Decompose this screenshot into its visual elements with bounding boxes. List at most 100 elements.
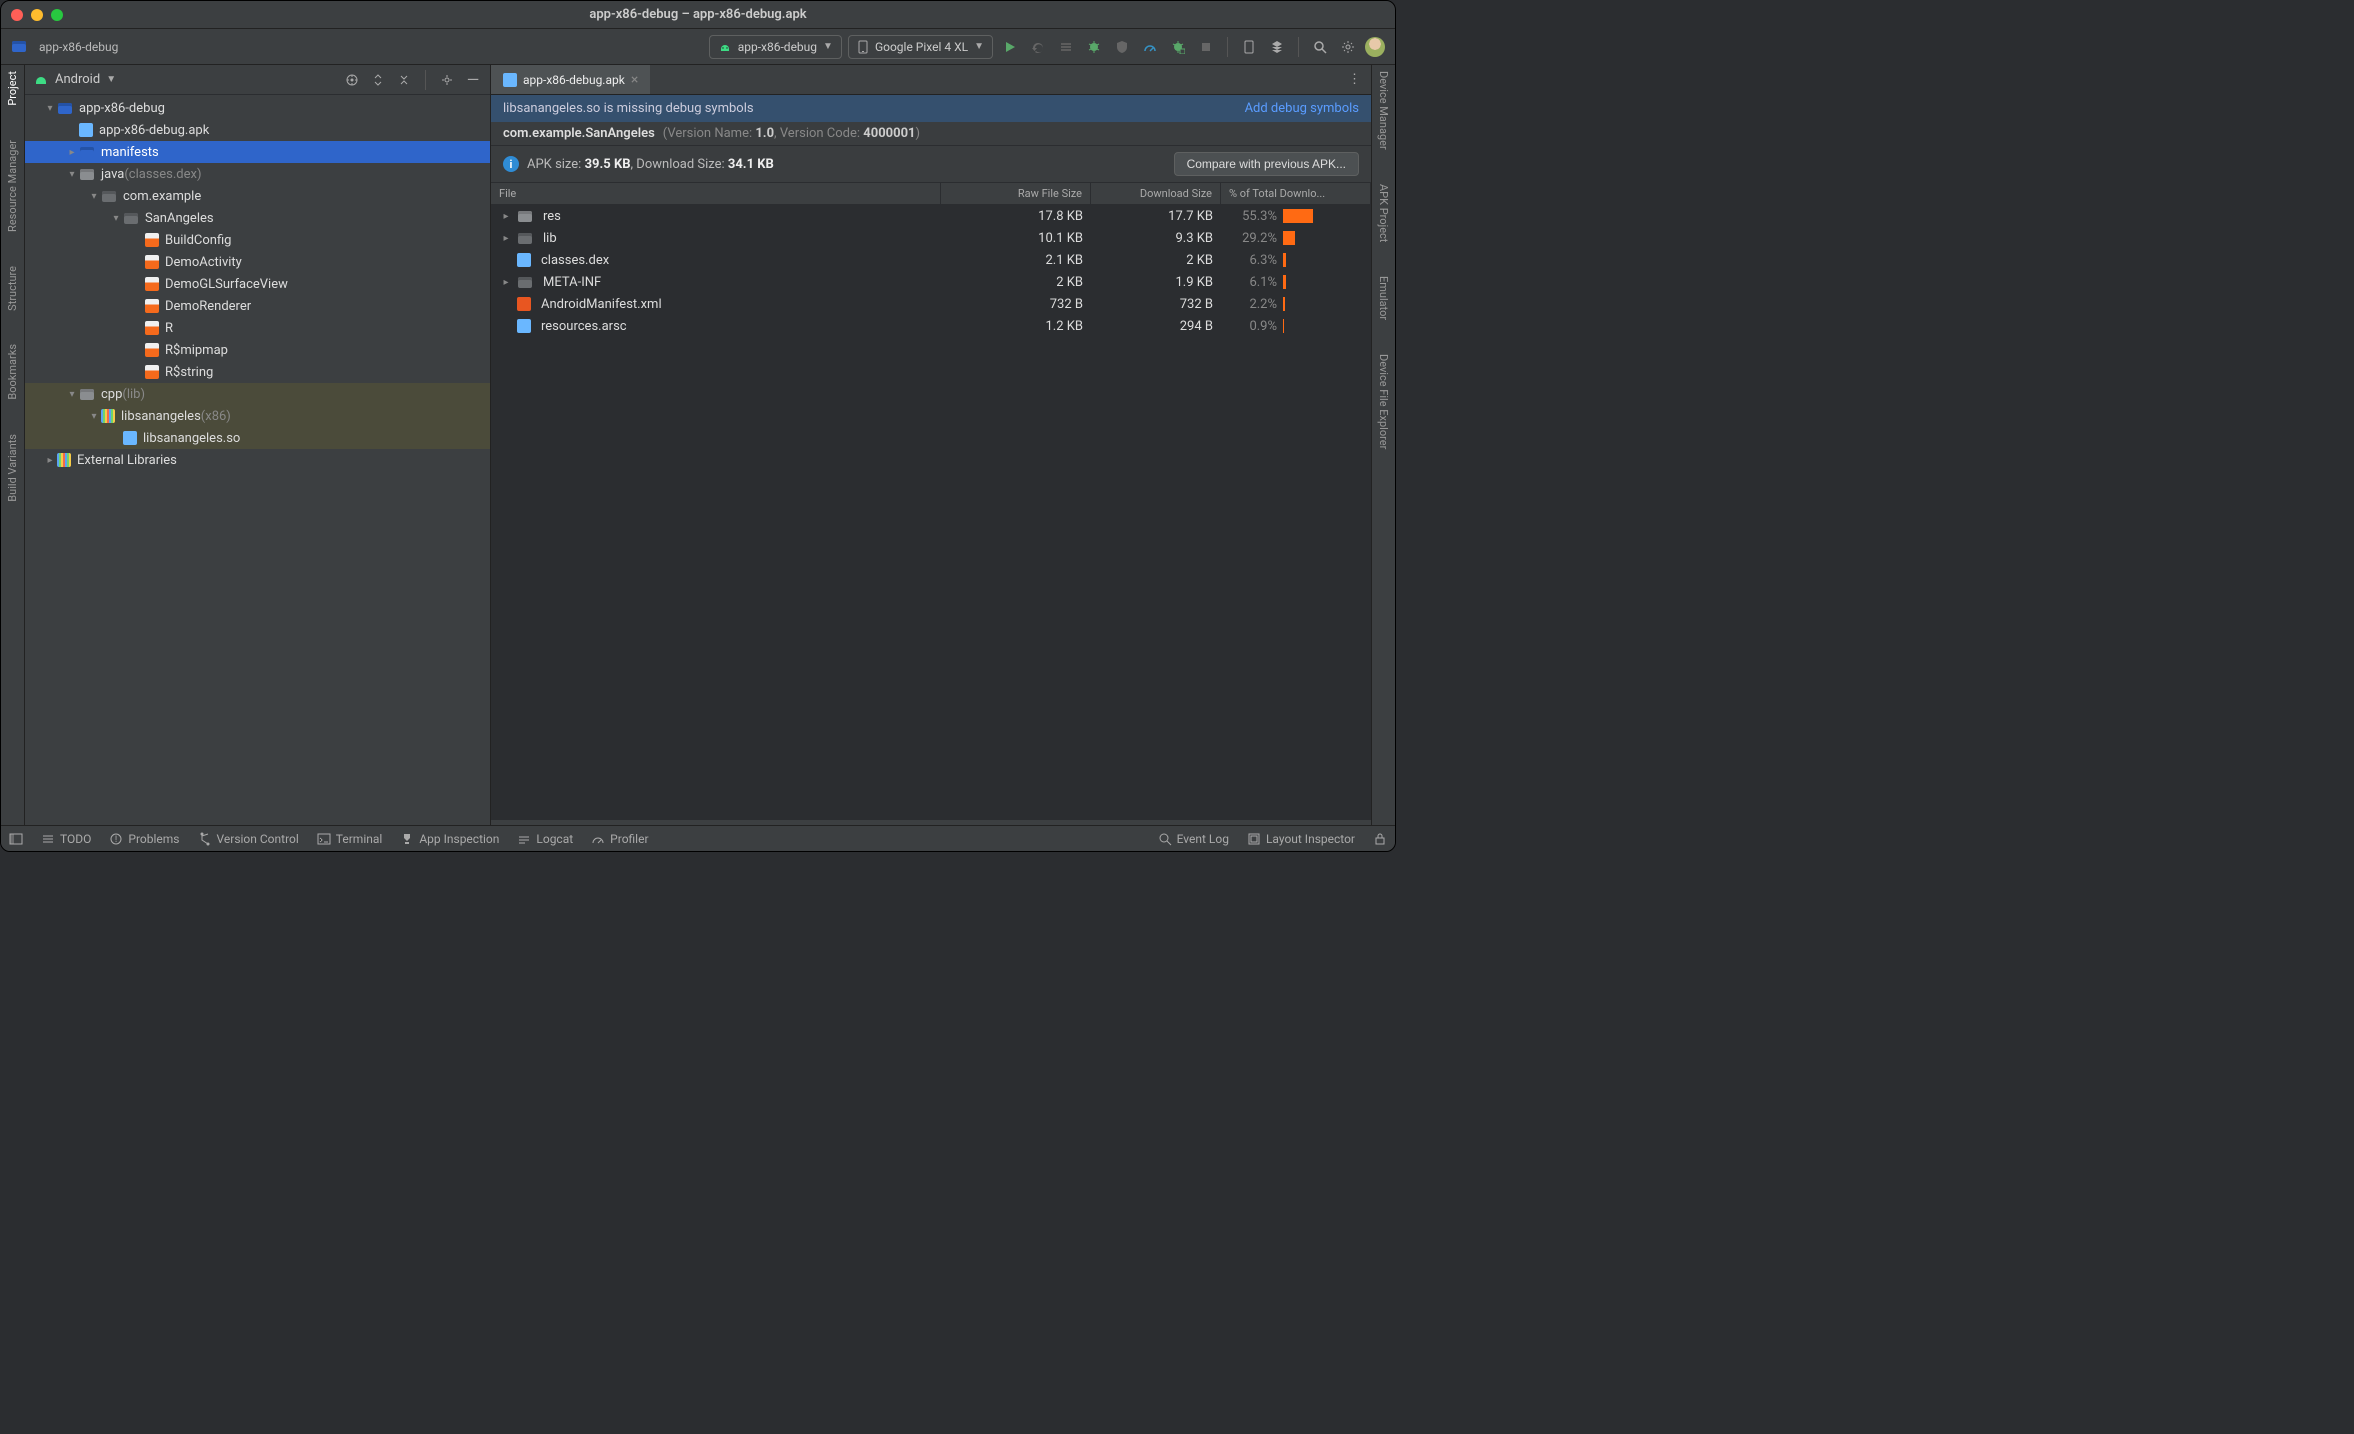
tree-label: manifests: [101, 145, 159, 160]
status-item-profiler[interactable]: Profiler: [591, 832, 648, 846]
project-view-selector[interactable]: Android ▼: [33, 72, 335, 88]
close-tab-button[interactable]: ×: [631, 72, 638, 88]
file-row[interactable]: resources.arsc1.2 KB294 B0.9%: [491, 315, 1371, 337]
tree-node[interactable]: com.example: [25, 185, 490, 207]
rail-item-project[interactable]: Project: [6, 71, 19, 106]
tree-node[interactable]: libsanangeles.so: [25, 427, 490, 449]
project-tree[interactable]: app-x86-debugapp-x86-debug.apk manifests j…: [25, 95, 490, 825]
breadcrumb[interactable]: app-x86-debug: [11, 39, 118, 55]
tree-arrow[interactable]: [43, 455, 57, 466]
tree-node[interactable]: R: [25, 317, 490, 339]
device-selector[interactable]: Google Pixel 4 XL ▼: [848, 35, 993, 59]
editor-area: app-x86-debug.apk × ⋮ libsanangeles.so i…: [491, 65, 1371, 825]
rail-item-structure[interactable]: Structure: [6, 266, 19, 311]
hide-tool-button[interactable]: —: [464, 71, 482, 89]
tree-arrow[interactable]: [65, 169, 79, 180]
tree-node[interactable]: libsanangeles (x86): [25, 405, 490, 427]
tree-arrow[interactable]: ▸: [499, 277, 513, 288]
collapse-all-button[interactable]: [395, 71, 413, 89]
tree-node[interactable]: manifests: [25, 141, 490, 163]
run-button[interactable]: [999, 36, 1021, 58]
tree-node[interactable]: DemoRenderer: [25, 295, 490, 317]
file-row[interactable]: ▸META-INF2 KB1.9 KB6.1%: [491, 271, 1371, 293]
status-item-problems[interactable]: !Problems: [109, 832, 179, 846]
tree-arrow[interactable]: ▸: [499, 233, 513, 244]
editor-tab[interactable]: app-x86-debug.apk ×: [491, 65, 650, 94]
file-row[interactable]: classes.dex2.1 KB2 KB6.3%: [491, 249, 1371, 271]
status-label: Logcat: [536, 832, 573, 846]
class-icon: [145, 365, 159, 379]
tree-label: libsanangeles: [121, 409, 201, 424]
stop-button[interactable]: [1195, 36, 1217, 58]
status-item-layout-inspector[interactable]: Layout Inspector: [1247, 832, 1355, 846]
rail-item-bookmarks[interactable]: Bookmarks: [6, 344, 19, 400]
file-row[interactable]: AndroidManifest.xml732 B732 B2.2%: [491, 293, 1371, 315]
tree-node[interactable]: BuildConfig: [25, 229, 490, 251]
percent-bar: [1283, 231, 1295, 245]
tree-arrow[interactable]: [65, 389, 79, 400]
tree-node[interactable]: DemoActivity: [25, 251, 490, 273]
status-item-app-inspection[interactable]: App Inspection: [400, 832, 499, 846]
tree-node[interactable]: cpp (lib): [25, 383, 490, 405]
tree-arrow[interactable]: [87, 411, 101, 422]
device-label: Google Pixel 4 XL: [875, 40, 968, 54]
expand-all-button[interactable]: [369, 71, 387, 89]
device-manager-button[interactable]: [1238, 36, 1260, 58]
download-size: 1.9 KB: [1091, 275, 1221, 290]
rail-item-apk-project[interactable]: APK Project: [1377, 184, 1390, 242]
status-item-event-log[interactable]: Event Log: [1158, 832, 1229, 846]
rail-item-device-manager[interactable]: Device Manager: [1377, 71, 1390, 150]
rail-item-build-variants[interactable]: Build Variants: [6, 434, 19, 502]
tree-arrow[interactable]: [65, 147, 79, 158]
profiler-button[interactable]: [1139, 36, 1161, 58]
column-download-size[interactable]: Download Size: [1091, 183, 1221, 204]
tool-windows-button[interactable]: [9, 832, 23, 846]
tab-options-button[interactable]: ⋮: [1338, 65, 1371, 94]
compare-apk-button[interactable]: Compare with previous APK...: [1174, 152, 1359, 176]
project-view-label: Android: [55, 72, 100, 87]
run-config-selector[interactable]: app-x86-debug ▼: [709, 35, 842, 59]
file-row[interactable]: ▸lib10.1 KB9.3 KB29.2%: [491, 227, 1371, 249]
tree-node[interactable]: app-x86-debug: [25, 97, 490, 119]
status-item-terminal[interactable]: Terminal: [317, 832, 383, 846]
file-row[interactable]: ▸res17.8 KB17.7 KB55.3%: [491, 205, 1371, 227]
svg-text:!: !: [115, 835, 117, 845]
column-file[interactable]: File: [491, 183, 941, 204]
attach-debugger-button[interactable]: [1167, 36, 1189, 58]
tree-node[interactable]: app-x86-debug.apk: [25, 119, 490, 141]
chevron-down-icon: ▼: [106, 74, 116, 85]
status-item-logcat[interactable]: Logcat: [517, 832, 573, 846]
status-item-todo[interactable]: TODO: [41, 832, 91, 846]
apply-code-changes-button[interactable]: [1055, 36, 1077, 58]
tree-node[interactable]: SanAngeles: [25, 207, 490, 229]
ide-lock-button[interactable]: [1373, 832, 1387, 846]
column-raw-size[interactable]: Raw File Size: [941, 183, 1091, 204]
column-percent[interactable]: % of Total Downlo...: [1221, 183, 1371, 204]
tree-node[interactable]: External Libraries: [25, 449, 490, 471]
add-debug-symbols-link[interactable]: Add debug symbols: [1245, 101, 1359, 116]
settings-button[interactable]: [1337, 36, 1359, 58]
tree-label: cpp: [101, 387, 122, 402]
tree-arrow[interactable]: [43, 103, 57, 114]
select-opened-file-button[interactable]: [343, 71, 361, 89]
tree-node[interactable]: R$mipmap: [25, 339, 490, 361]
status-item-version-control[interactable]: Version Control: [198, 832, 299, 846]
apk-size-value: 39.5 KB: [585, 157, 631, 172]
coverage-button[interactable]: [1111, 36, 1133, 58]
search-button[interactable]: [1309, 36, 1331, 58]
user-avatar[interactable]: [1365, 37, 1385, 57]
sdk-manager-button[interactable]: [1266, 36, 1288, 58]
folder-icon: [517, 230, 533, 246]
tree-arrow[interactable]: ▸: [499, 211, 513, 222]
rail-item-device-file-explorer[interactable]: Device File Explorer: [1377, 354, 1390, 449]
apply-changes-button[interactable]: [1027, 36, 1049, 58]
tree-arrow[interactable]: [109, 213, 123, 224]
tree-node[interactable]: java (classes.dex): [25, 163, 490, 185]
tree-node[interactable]: R$string: [25, 361, 490, 383]
tree-arrow[interactable]: [87, 191, 101, 202]
rail-item-emulator[interactable]: Emulator: [1377, 276, 1390, 320]
rail-item-resource-manager[interactable]: Resource Manager: [6, 140, 19, 232]
tree-node[interactable]: DemoGLSurfaceView: [25, 273, 490, 295]
tool-settings-button[interactable]: [438, 71, 456, 89]
debug-button[interactable]: [1083, 36, 1105, 58]
